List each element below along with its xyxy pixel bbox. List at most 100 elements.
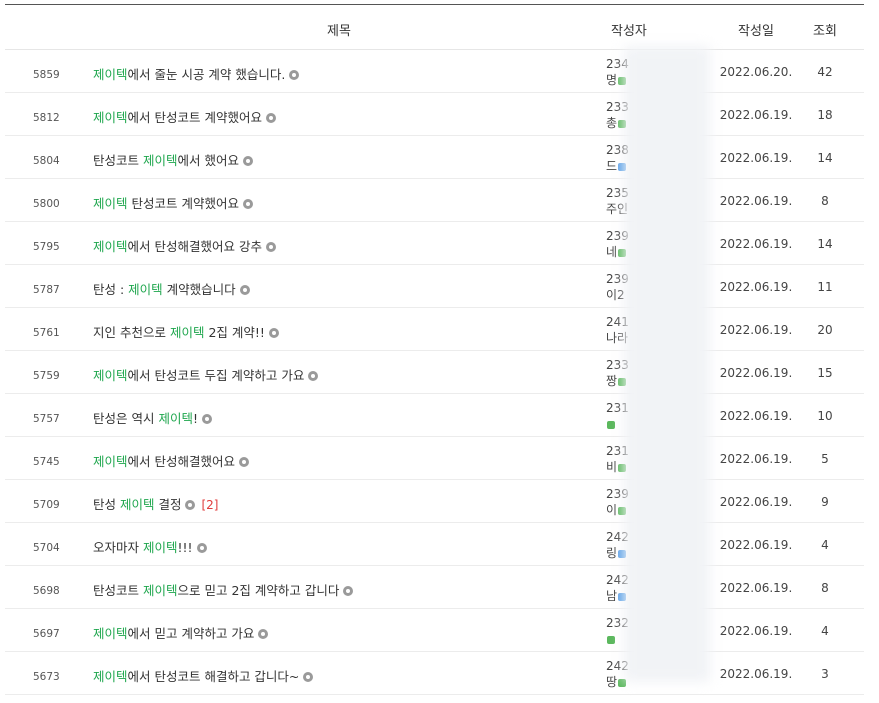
title-text: 2집 계약!! (204, 325, 265, 340)
post-date: 2022.06.19. (719, 495, 793, 509)
author-line-2-text: 이 (606, 503, 618, 517)
author-line-2-text: 네 (606, 245, 618, 259)
view-count: 5 (821, 452, 829, 466)
table-row[interactable]: 5759 제이텍에서 탄성코트 두집 계약하고 가요 233 짱 2022.06.19.… (5, 351, 864, 394)
highlighted-keyword: 제이텍 (93, 110, 128, 125)
post-title-link[interactable]: 제이텍에서 탄성코트 계약했어요 (93, 107, 276, 126)
highlighted-keyword: 제이텍 (93, 196, 128, 211)
post-title-link[interactable]: 제이텍에서 탄성해결했어요 (93, 451, 249, 470)
view-count: 4 (821, 538, 829, 552)
table-row[interactable]: 5709 탄성 제이텍 결정 [2] 239 이 2022.06.19. 9 (5, 480, 864, 523)
post-date: 2022.06.19. (719, 323, 793, 337)
view-count: 3 (821, 667, 829, 681)
post-number: 5800 (33, 198, 60, 210)
post-title-link[interactable]: 탄성은 역시 제이텍! (93, 408, 212, 427)
table-row[interactable]: 5795 제이텍에서 탄성해결했어요 강추 239 네 2022.06.19. 14 (5, 222, 864, 265)
post-date: 2022.06.19. (719, 452, 793, 466)
comment-count[interactable]: [2] (201, 498, 218, 512)
title-text: !!! (177, 540, 193, 555)
column-author-header: 작성자 (611, 24, 647, 39)
title-text: 에서 했어요 (177, 153, 239, 168)
view-count: 15 (817, 366, 833, 380)
title-text: 에서 탄성해결했어요 강추 (127, 239, 262, 254)
title-text: 탄성 (93, 497, 120, 512)
post-number: 5761 (33, 327, 60, 339)
table-row[interactable]: 5761 지인 추천으로 제이텍 2집 계약!! 241 나라 2022.06.19. 2… (5, 308, 864, 351)
highlighted-keyword: 제이텍 (169, 325, 205, 340)
post-title-link[interactable]: 탄성 : 제이텍 계약했습니다 (93, 279, 250, 298)
image-attachment-icon (343, 586, 354, 596)
image-attachment-icon (308, 371, 319, 381)
table-row[interactable]: 5787 탄성 : 제이텍 계약했습니다 239 이2 2022.06.19. 11 (5, 265, 864, 308)
post-title-link[interactable]: 탄성코트 제이텍으로 믿고 2집 계약하고 갑니다 (93, 580, 354, 599)
post-number: 5709 (33, 499, 60, 511)
author-line-2-text: 짱 (606, 374, 618, 388)
highlighted-keyword: 제이텍 (128, 282, 163, 297)
table-row[interactable]: 5859 제이텍에서 줄눈 시공 계약 했습니다. 234 명 2022.06.20. 4… (5, 50, 864, 93)
table-row[interactable]: 5704 오자마자 제이텍!!! 242 링 2022.06.19. 4 (5, 523, 864, 566)
image-attachment-icon (185, 500, 196, 510)
title-text: 오자마자 (93, 540, 143, 555)
title-text: 결정 (154, 497, 182, 512)
author-line-2-text: 링 (606, 546, 618, 560)
post-title-link[interactable]: 제이텍에서 탄성코트 해결하고 갑니다~ (93, 666, 314, 685)
view-count: 9 (821, 495, 829, 509)
post-title-link[interactable]: 제이텍 탄성코트 계약했어요 (93, 193, 253, 212)
board-list: 제목 작성자 작성일 조회 5859 제이텍에서 줄눈 시공 계약 했습니다. 23… (0, 0, 879, 703)
image-attachment-icon (239, 285, 250, 295)
view-count: 11 (817, 280, 833, 294)
table-row[interactable]: 5745 제이텍에서 탄성해결했어요 231 비 2022.06.19. 5 (5, 437, 864, 480)
highlighted-keyword: 제이텍 (119, 497, 155, 512)
post-date: 2022.06.20. (719, 65, 793, 79)
image-attachment-icon (268, 328, 279, 338)
table-row[interactable]: 5697 제이텍에서 믿고 계약하고 가요 232 2022.06.19. 4 (5, 609, 864, 652)
column-views-header: 조회 (813, 24, 837, 39)
view-count: 20 (817, 323, 833, 337)
image-attachment-icon (242, 199, 253, 209)
post-title-link[interactable]: 지인 추천으로 제이텍 2집 계약!! (93, 322, 279, 341)
post-date: 2022.06.19. (719, 366, 793, 380)
title-text: 계약했습니다 (162, 282, 236, 297)
post-title-link[interactable]: 탄성코트 제이텍에서 했어요 (93, 150, 253, 169)
post-title-link[interactable]: 오자마자 제이텍!!! (93, 537, 207, 556)
column-date-header: 작성일 (738, 24, 774, 39)
post-number: 5812 (33, 112, 60, 124)
post-title-link[interactable]: 제이텍에서 줄눈 시공 계약 했습니다. (93, 64, 300, 83)
post-number: 5757 (33, 413, 60, 425)
author-line-2-text: 땅 (606, 675, 618, 689)
title-text: 탄성은 역시 (93, 411, 159, 426)
title-text: 지인 추천으로 (93, 325, 170, 340)
table-row[interactable]: 5812 제이텍에서 탄성코트 계약했어요 233 총 2022.06.19. 18 (5, 93, 864, 136)
post-title-link[interactable]: 제이텍에서 탄성코트 두집 계약하고 가요 (93, 365, 319, 384)
title-text: 에서 줄눈 시공 계약 했습니다. (127, 67, 286, 82)
post-date: 2022.06.19. (719, 624, 793, 638)
table-row[interactable]: 5673 제이텍에서 탄성코트 해결하고 갑니다~ 242 땅 2022.06.19. 3 (5, 652, 864, 695)
post-number: 5704 (33, 542, 60, 554)
table-row[interactable]: 5804 탄성코트 제이텍에서 했어요 238 드 2022.06.19. 14 (5, 136, 864, 179)
author-redaction-blur (624, 46, 710, 682)
view-count: 8 (821, 581, 829, 595)
post-title-link[interactable]: 제이텍에서 믿고 계약하고 가요 (93, 623, 269, 642)
post-date: 2022.06.19. (719, 108, 793, 122)
post-date: 2022.06.19. (719, 280, 793, 294)
member-level-icon (607, 636, 615, 644)
post-date: 2022.06.19. (719, 237, 793, 251)
title-text: 에서 탄성코트 계약했어요 (127, 110, 262, 125)
image-attachment-icon (239, 457, 249, 467)
table-row[interactable]: 5757 탄성은 역시 제이텍! 231 2022.06.19. 10 (5, 394, 864, 437)
post-title-link[interactable]: 제이텍에서 탄성해결했어요 강추 (93, 236, 276, 255)
author-line-2-text: 총 (606, 116, 618, 130)
highlighted-keyword: 제이텍 (142, 583, 178, 598)
table-row[interactable]: 5800 제이텍 탄성코트 계약했어요 235 주인 2022.06.19. 8 (5, 179, 864, 222)
view-count: 4 (821, 624, 829, 638)
view-count: 14 (817, 237, 833, 251)
view-count: 42 (817, 65, 833, 79)
post-title-link[interactable]: 탄성 제이텍 결정 [2] (93, 494, 218, 513)
member-level-icon (607, 421, 615, 429)
highlighted-keyword: 제이텍 (93, 368, 128, 383)
post-number: 5745 (33, 456, 60, 468)
post-date: 2022.06.19. (719, 581, 793, 595)
post-number: 5795 (33, 241, 60, 253)
title-text: ! (192, 411, 198, 426)
table-row[interactable]: 5698 탄성코트 제이텍으로 믿고 2집 계약하고 갑니다 242 남 2022.06… (5, 566, 864, 609)
